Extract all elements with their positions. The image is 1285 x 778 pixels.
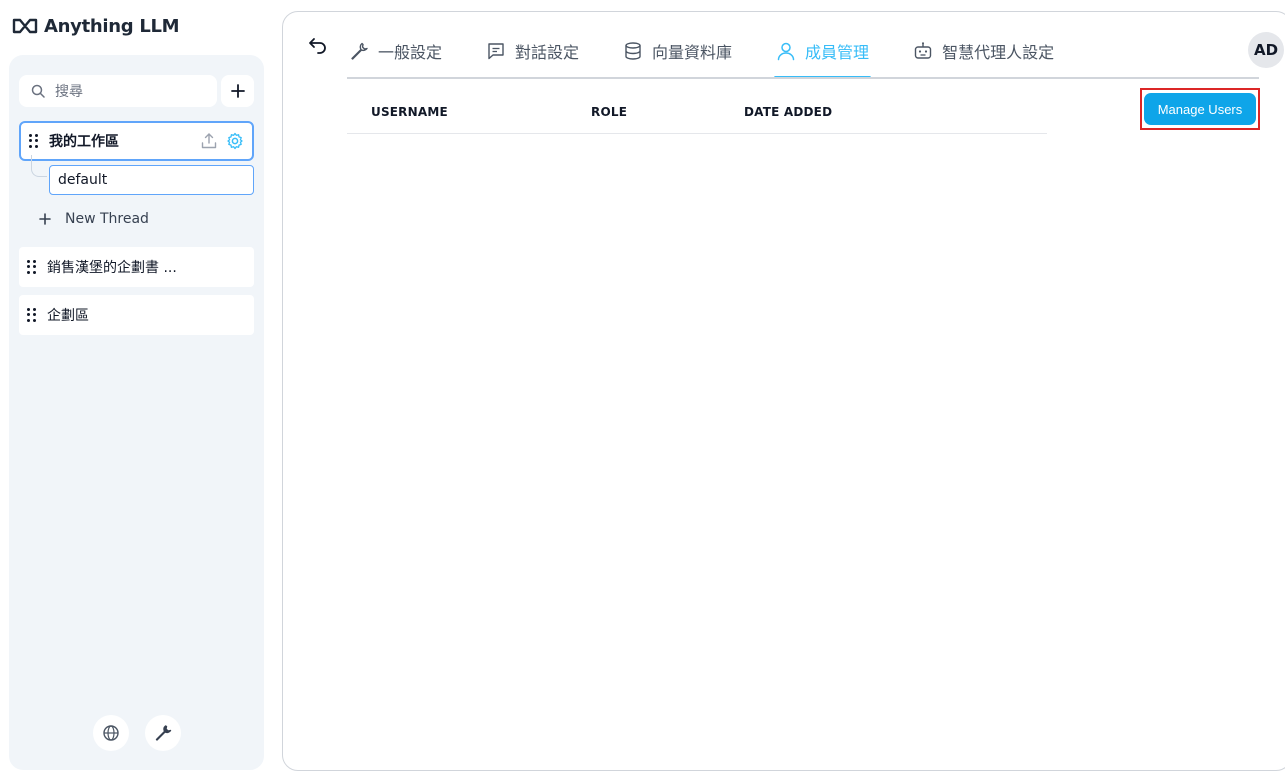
- search-input[interactable]: 搜尋: [19, 75, 217, 107]
- wrench-icon: [351, 42, 368, 60]
- tab-member-management[interactable]: 成員管理: [774, 24, 872, 79]
- search-icon: [31, 84, 45, 98]
- tab-agent-settings[interactable]: 智慧代理人設定: [911, 24, 1056, 78]
- settings-gear-icon[interactable]: [226, 132, 244, 150]
- app-logo: Anything LLM: [12, 14, 180, 38]
- tab-label: 智慧代理人設定: [942, 43, 1055, 62]
- workspace-name: 企劃區: [47, 308, 89, 324]
- wrench-icon: [155, 725, 172, 741]
- settings-tabs: 一般設定 對話設定 向量資料庫 成員管理 智慧代理人設定: [347, 24, 1096, 79]
- back-arrow-icon: [309, 38, 326, 54]
- workspace-item[interactable]: 企劃區: [19, 295, 254, 335]
- new-thread-label: New Thread: [65, 211, 149, 227]
- thread-connector: [31, 155, 47, 177]
- column-header-username: USERNAME: [371, 105, 448, 119]
- tab-label: 一般設定: [378, 43, 443, 62]
- manage-users-highlight: Manage Users: [1140, 88, 1260, 130]
- column-header-date-added: DATE ADDED: [744, 105, 833, 119]
- user-avatar[interactable]: AD: [1248, 32, 1284, 68]
- drag-handle-icon[interactable]: [27, 308, 37, 322]
- tab-label: 對話設定: [515, 43, 580, 62]
- tab-label: 向量資料庫: [652, 43, 733, 62]
- users-table-header: USERNAME ROLE DATE ADDED: [347, 94, 1047, 134]
- manage-users-button[interactable]: Manage Users: [1144, 93, 1256, 125]
- tab-divider: [347, 77, 1259, 79]
- plus-icon: [230, 84, 245, 98]
- language-button[interactable]: [93, 715, 129, 751]
- drag-handle-icon[interactable]: [29, 134, 39, 148]
- workspace-item[interactable]: 銷售漢堡的企劃書 ...: [19, 247, 254, 287]
- tab-vector-database[interactable]: 向量資料庫: [621, 24, 734, 78]
- globe-icon: [103, 725, 119, 741]
- back-button[interactable]: [308, 36, 328, 58]
- tab-general-settings[interactable]: 一般設定: [347, 24, 444, 78]
- robot-icon: [914, 42, 932, 59]
- workspace-item-active[interactable]: 我的工作區: [19, 121, 254, 161]
- add-workspace-button[interactable]: [221, 75, 254, 107]
- logo-text: Anything LLM: [44, 15, 180, 37]
- user-icon: [777, 42, 795, 61]
- tab-label: 成員管理: [805, 43, 870, 62]
- new-thread-button[interactable]: New Thread: [39, 207, 149, 231]
- thread-item-default[interactable]: default: [49, 165, 254, 195]
- tab-chat-settings[interactable]: 對話設定: [484, 24, 581, 78]
- workspace-name: 我的工作區: [49, 134, 119, 150]
- drag-handle-icon[interactable]: [27, 260, 37, 274]
- settings-button[interactable]: [145, 715, 181, 751]
- search-placeholder: 搜尋: [55, 84, 83, 100]
- database-icon: [625, 42, 641, 60]
- plus-icon: [39, 213, 51, 225]
- sidebar: 搜尋 我的工作區 default New Thread 銷售漢堡的企劃書 ...: [9, 55, 264, 770]
- workspace-name: 銷售漢堡的企劃書 ...: [47, 260, 177, 276]
- upload-icon[interactable]: [200, 132, 218, 150]
- logo-icon: [12, 18, 38, 34]
- main-panel: 一般設定 對話設定 向量資料庫 成員管理 智慧代理人設定 AD USERNAME…: [282, 11, 1285, 771]
- column-header-role: ROLE: [591, 105, 628, 119]
- chat-icon: [488, 43, 504, 60]
